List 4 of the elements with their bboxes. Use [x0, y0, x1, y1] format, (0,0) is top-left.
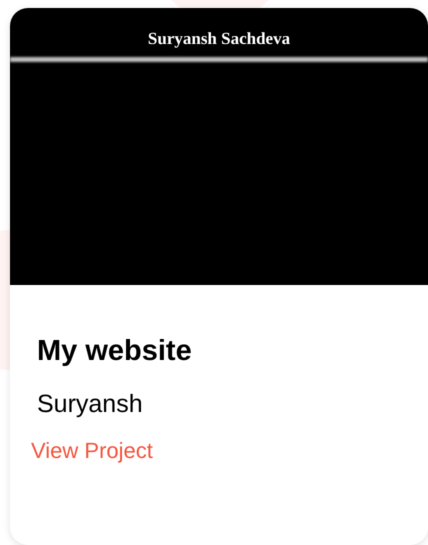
view-project-link[interactable]: View Project	[31, 440, 153, 462]
project-title: My website	[37, 337, 193, 366]
project-author: Suryansh	[37, 392, 144, 417]
preview-site-title: Suryansh Sachdeva	[148, 30, 290, 47]
